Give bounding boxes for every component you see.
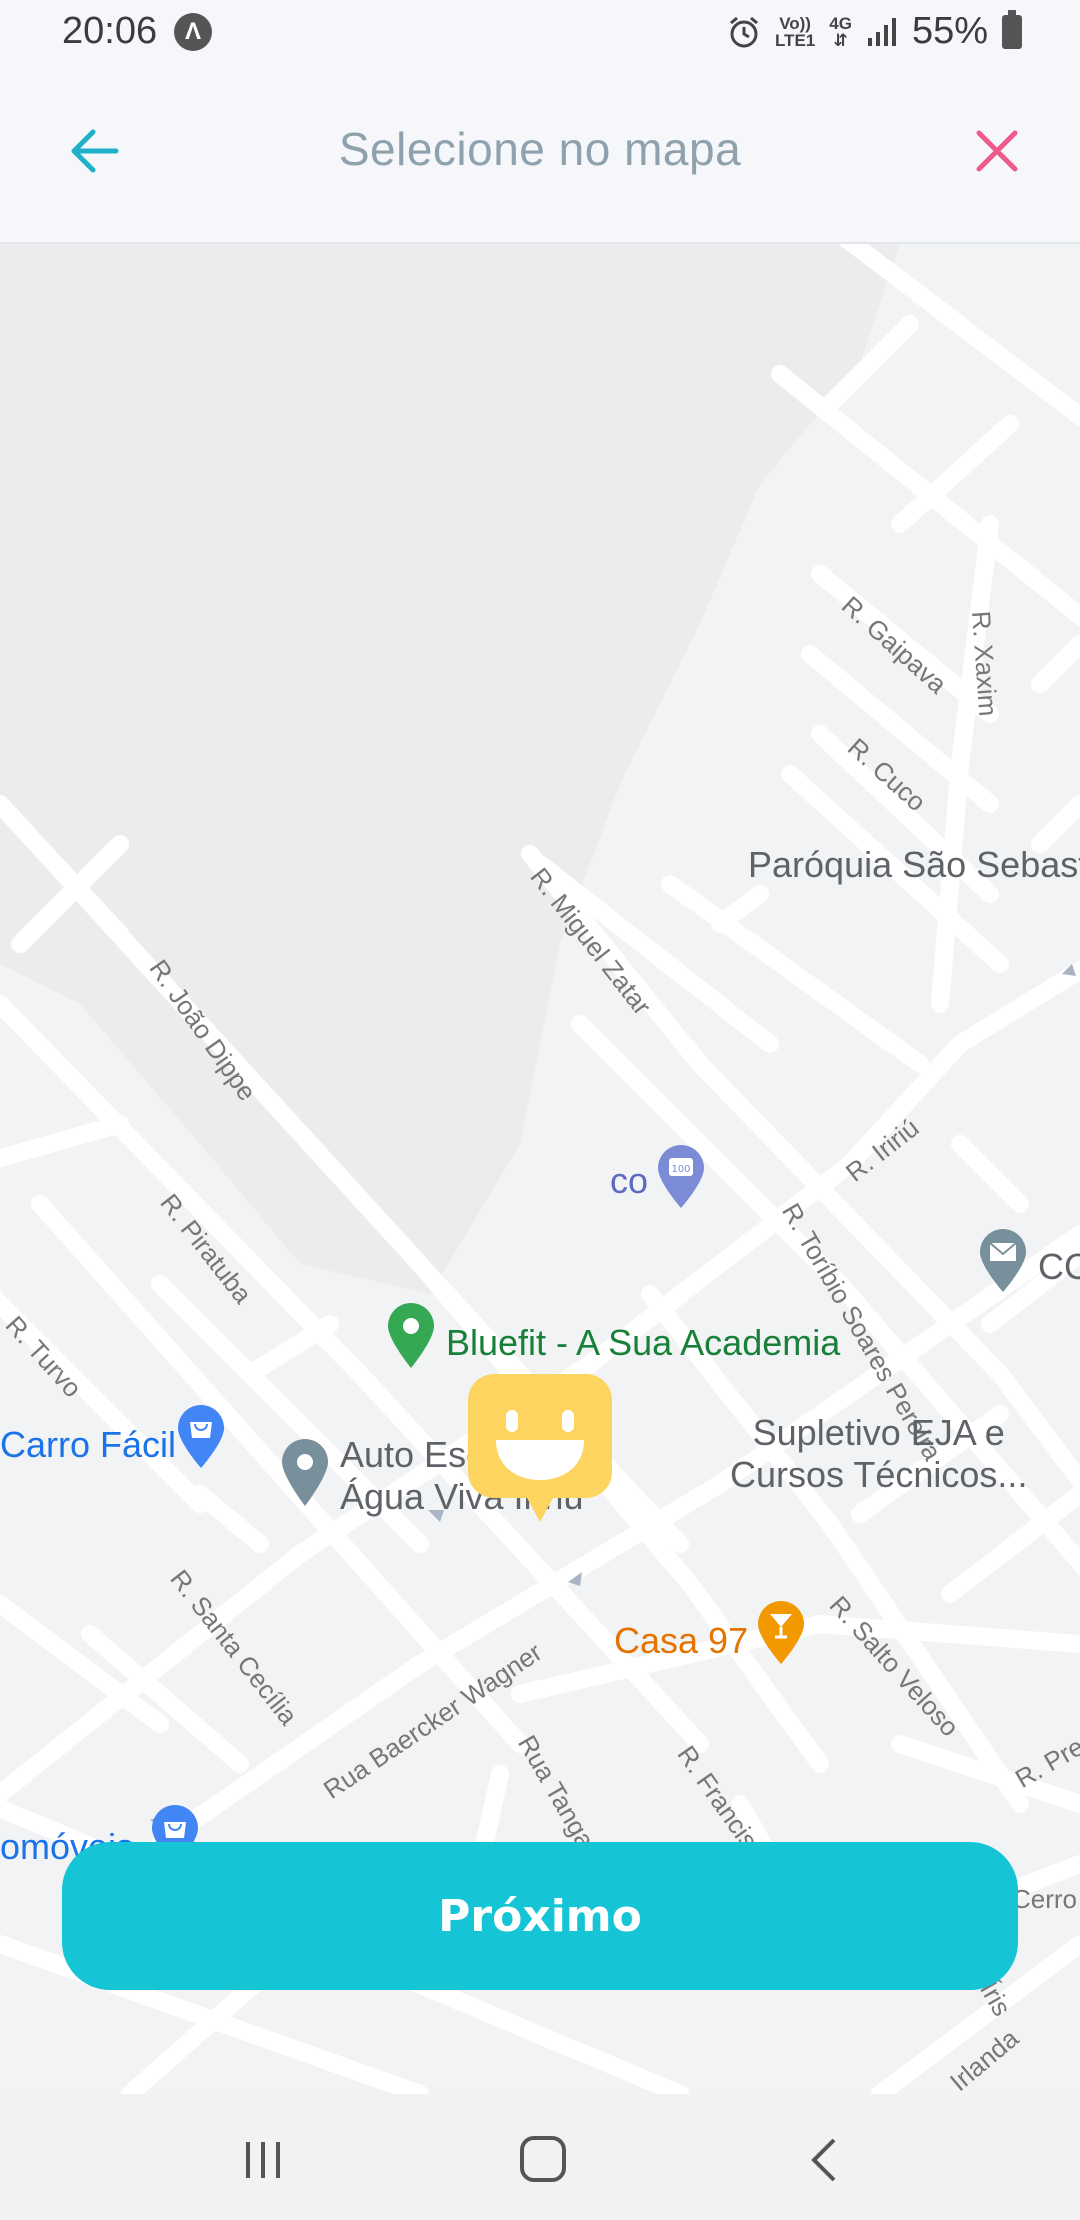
header: Selecione no mapa bbox=[0, 64, 1080, 244]
next-button[interactable]: Próximo bbox=[62, 1842, 1018, 1990]
driving-school-pin-icon[interactable] bbox=[280, 1438, 330, 1508]
battery-icon bbox=[1002, 9, 1022, 49]
poi-carro-facil-label[interactable]: Carro Fácil bbox=[0, 1424, 176, 1466]
volte-indicator: Vo)) LTE1 bbox=[775, 15, 815, 49]
smiley-icon bbox=[496, 1410, 584, 1480]
location-marker[interactable] bbox=[468, 1374, 612, 1522]
poi-paroquia-label[interactable]: Paróquia São Sebast bbox=[748, 844, 1080, 886]
volte-top: Vo)) bbox=[779, 13, 811, 33]
mail-pin-icon[interactable] bbox=[978, 1228, 1028, 1294]
poi-supletivo-line1: Supletivo EJA e bbox=[752, 1412, 1005, 1453]
svg-text:100: 100 bbox=[671, 1164, 690, 1175]
close-button[interactable] bbox=[962, 116, 1032, 186]
close-icon bbox=[976, 130, 1018, 172]
chevron-left-icon bbox=[811, 2138, 836, 2182]
volte-bottom: LTE1 bbox=[774, 30, 816, 50]
data-type-label: 4G bbox=[829, 13, 852, 33]
system-nav-bar bbox=[0, 2094, 1080, 2220]
poi-post-office-label[interactable]: CC bbox=[1038, 1246, 1080, 1288]
poi-casa97-label[interactable]: Casa 97 bbox=[614, 1620, 748, 1662]
gym-pin-icon[interactable] bbox=[386, 1302, 436, 1370]
recent-apps-icon bbox=[246, 2142, 280, 2178]
alarm-icon bbox=[729, 16, 758, 47]
status-bar: 20:06 Λ Vo)) LTE1 4G ⇵ 55% bbox=[0, 0, 1080, 64]
battery-percent: 55% bbox=[911, 10, 988, 52]
data-arrows-icon: ⇵ bbox=[833, 30, 848, 50]
poi-supletivo-line2: Cursos Técnicos... bbox=[730, 1454, 1028, 1495]
signal-icon bbox=[867, 17, 896, 46]
shopping-pin-icon[interactable] bbox=[176, 1404, 226, 1470]
poi-bluefit-label[interactable]: Bluefit - A Sua Academia bbox=[446, 1322, 840, 1364]
status-indicators: Vo)) LTE1 4G ⇵ 55% bbox=[727, 9, 1022, 53]
recent-apps-button[interactable] bbox=[228, 2132, 298, 2188]
home-button[interactable] bbox=[508, 2132, 578, 2188]
map-view[interactable]: R. Gaipava R. Xaxim R. Cuco R. Miguel Za… bbox=[0, 244, 1080, 2094]
street-label: Cerro V bbox=[1012, 1884, 1080, 1914]
poi-supletivo-label[interactable]: Supletivo EJA e Cursos Técnicos... bbox=[730, 1412, 1027, 1496]
page-title: Selecione no mapa bbox=[338, 123, 742, 175]
data-type-indicator: 4G ⇵ bbox=[829, 15, 852, 49]
bar-pin-icon[interactable] bbox=[756, 1600, 806, 1666]
poi-bank-label[interactable]: co bbox=[610, 1160, 648, 1202]
home-icon bbox=[520, 2136, 566, 2182]
system-back-button[interactable] bbox=[790, 2132, 860, 2188]
app-notification-icon: Λ bbox=[174, 13, 212, 51]
status-time: 20:06 bbox=[62, 10, 158, 52]
bank-pin-icon[interactable]: 100 bbox=[656, 1144, 706, 1210]
